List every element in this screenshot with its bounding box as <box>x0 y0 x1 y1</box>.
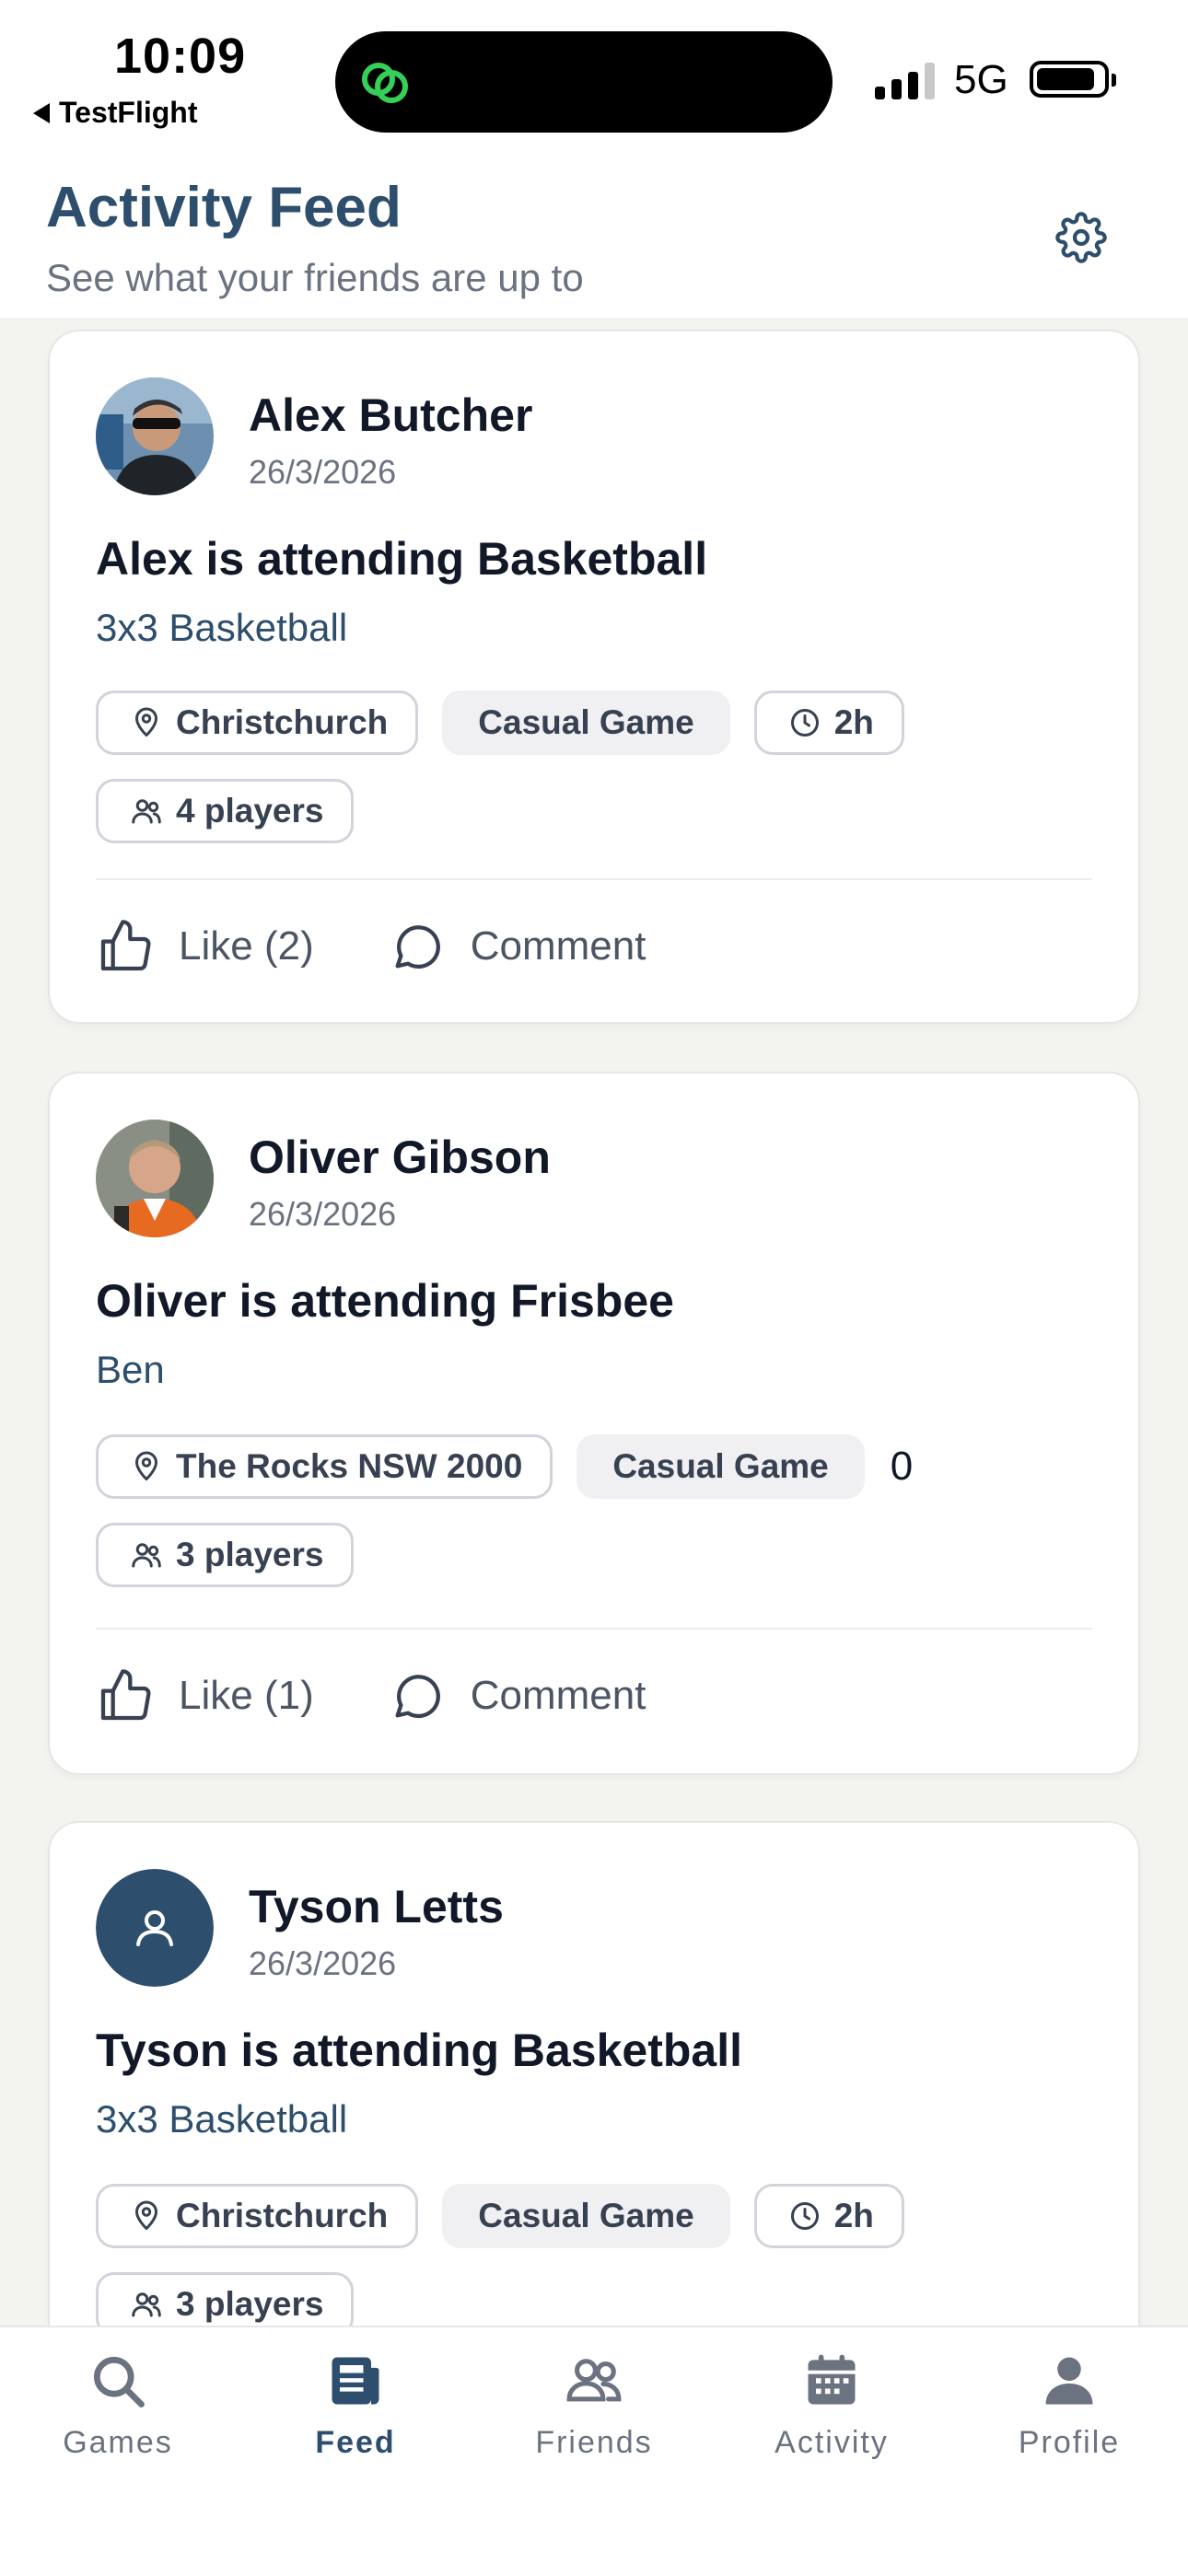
tag-list: The Rocks NSW 2000 Casual Game 0 3 playe… <box>96 1434 1100 1611</box>
players-label: 4 players <box>176 792 324 830</box>
tab-label: Games <box>63 2425 173 2460</box>
tab-games[interactable]: Games <box>26 2350 210 2461</box>
avatar[interactable] <box>96 1120 214 1237</box>
comment-label: Comment <box>470 1673 646 1718</box>
user-name[interactable]: Tyson Letts <box>249 1880 504 1933</box>
user-name[interactable]: Alex Butcher <box>249 389 532 442</box>
duration-chip: 2h <box>753 2184 904 2248</box>
thumbs-up-icon <box>100 920 151 971</box>
search-icon <box>93 2356 145 2408</box>
battery-icon <box>1030 61 1116 98</box>
comment-icon <box>395 1675 440 1719</box>
activity-subtitle[interactable]: 3x3 Basketball <box>96 2097 347 2141</box>
like-label: Like (2) <box>179 923 314 969</box>
tab-label: Activity <box>775 2425 889 2460</box>
tab-profile[interactable]: Profile <box>977 2350 1161 2461</box>
back-arrow-icon <box>33 102 50 123</box>
post-date: 26/3/2026 <box>249 1195 397 1233</box>
users-icon <box>132 799 161 824</box>
location-chip: The Rocks NSW 2000 <box>96 1434 553 1499</box>
card-actions: Like (2) Comment <box>96 917 719 976</box>
tab-label: Feed <box>315 2425 396 2460</box>
back-to-testflight[interactable]: TestFlight <box>33 96 198 130</box>
avatar[interactable] <box>96 377 214 495</box>
players-chip: 4 players <box>96 779 355 843</box>
location-label: Christchurch <box>176 703 389 741</box>
comment-button[interactable]: Comment <box>388 1666 646 1725</box>
like-label: Like (1) <box>179 1673 314 1718</box>
tab-feed[interactable]: Feed <box>263 2350 448 2461</box>
duration-label: 2h <box>833 703 874 741</box>
comment-button[interactable]: Comment <box>388 917 646 976</box>
dynamic-island <box>335 31 833 133</box>
location-chip: Christchurch <box>96 2184 419 2248</box>
activity-subtitle[interactable]: Ben <box>96 1348 165 1392</box>
page-subtitle: See what your friends are up to <box>46 256 584 299</box>
newspaper-icon <box>332 2357 379 2405</box>
network-label: 5G <box>954 57 1008 102</box>
duration-label: 2h <box>833 2197 874 2234</box>
post-date: 26/3/2026 <box>249 1944 397 1982</box>
user-name[interactable]: Oliver Gibson <box>249 1131 551 1184</box>
activity-title[interactable]: Alex is attending Basketball <box>96 532 707 586</box>
clock-icon <box>790 2202 819 2230</box>
feed-card[interactable]: Alex Butcher 26/3/2026 Alex is attending… <box>50 331 1138 1022</box>
status-bar: 10:09 TestFlight 5G <box>0 0 1188 157</box>
post-date: 26/3/2026 <box>249 453 397 491</box>
person-icon <box>1045 2357 1093 2405</box>
tab-activity[interactable]: Activity <box>740 2350 924 2461</box>
tab-friends[interactable]: Friends <box>502 2350 686 2461</box>
page-title: Activity Feed <box>46 176 402 239</box>
card-actions: Like (1) Comment <box>96 1666 719 1725</box>
game-type-label: Casual Game <box>612 1447 829 1485</box>
page-header: Activity Feed See what your friends are … <box>0 157 1188 318</box>
status-time: 10:09 <box>114 29 247 84</box>
activity-title[interactable]: Tyson is attending Basketball <box>96 2024 742 2077</box>
like-button[interactable]: Like (1) <box>96 1666 314 1725</box>
friends-icon <box>566 2359 622 2402</box>
location-chip: Christchurch <box>96 690 419 755</box>
feed-card[interactable]: Tyson Letts 26/3/2026 Tyson is attending… <box>50 1823 1138 2412</box>
feed-card[interactable]: Oliver Gibson 26/3/2026 Oliver is attend… <box>50 1073 1138 1773</box>
location-label: The Rocks NSW 2000 <box>176 1447 523 1485</box>
tab-bar: Games Feed Friends Activity Profile <box>0 2326 1188 2576</box>
calendar-icon <box>808 2354 856 2405</box>
like-button[interactable]: Like (2) <box>96 917 314 976</box>
thumbs-up-icon <box>100 1669 151 1721</box>
game-type-chip: Casual Game <box>442 690 730 755</box>
duration-chip: 2h <box>753 690 904 755</box>
activity-title[interactable]: Oliver is attending Frisbee <box>96 1274 674 1328</box>
chain-link-icon <box>362 63 408 103</box>
comment-label: Comment <box>470 923 646 969</box>
divider <box>96 878 1092 880</box>
clock-icon <box>790 709 819 737</box>
signal-icon <box>875 61 935 99</box>
divider <box>96 1628 1092 1630</box>
players-chip: 3 players <box>96 1523 355 1587</box>
gear-icon[interactable] <box>1055 212 1107 263</box>
game-type-chip: Casual Game <box>577 1434 865 1499</box>
tab-label: Friends <box>535 2425 653 2460</box>
users-icon <box>132 1543 161 1568</box>
map-pin-icon <box>135 1451 157 1480</box>
game-type-label: Casual Game <box>478 2197 694 2234</box>
map-pin-icon <box>135 707 157 737</box>
map-pin-icon <box>135 2200 157 2230</box>
back-app-label: TestFlight <box>59 96 198 129</box>
activity-subtitle[interactable]: 3x3 Basketball <box>96 606 347 650</box>
game-type-label: Casual Game <box>478 703 694 741</box>
location-label: Christchurch <box>176 2197 389 2234</box>
game-type-chip: Casual Game <box>442 2184 730 2248</box>
extra-value: 0 <box>890 1444 914 1489</box>
tag-list: Christchurch Casual Game 2h 4 players <box>96 690 1100 867</box>
users-icon <box>132 2292 161 2317</box>
avatar[interactable] <box>96 1869 214 1987</box>
players-label: 3 players <box>176 1536 324 1573</box>
comment-icon <box>395 925 440 969</box>
players-label: 3 players <box>176 2285 324 2323</box>
tab-label: Profile <box>1018 2425 1121 2460</box>
